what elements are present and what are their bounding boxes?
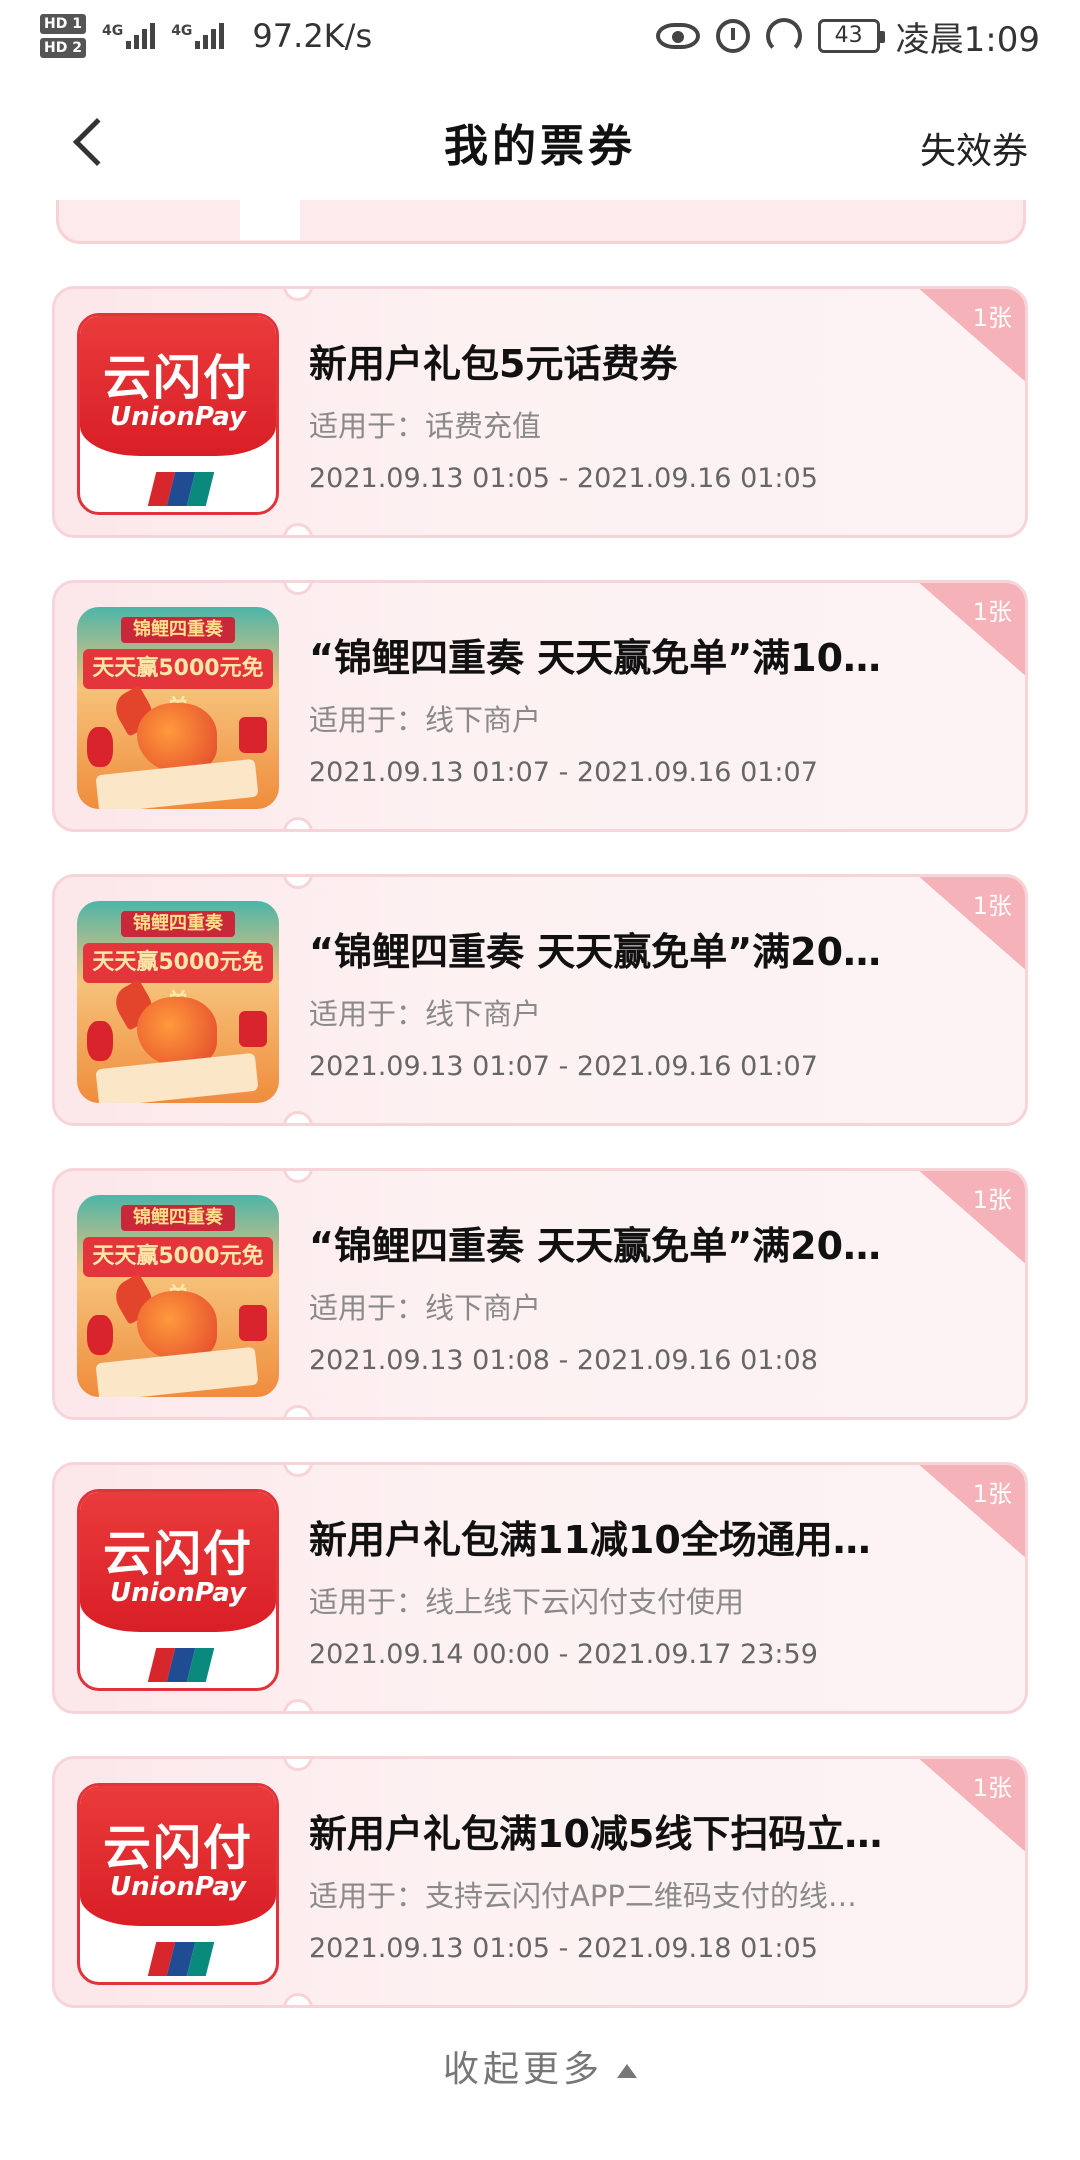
expired-coupons-link[interactable]: 失效券 [920, 122, 1028, 174]
koi-promo-image: 锦鲤四重奏 天天赢5000元免单 [77, 607, 279, 809]
coupon-scope: 适用于：线下商户 [309, 997, 542, 1031]
coupon-title: “锦鲤四重奏 天天赢免单”满10… [309, 636, 882, 680]
coupon-scope: 适用于：线下商户 [309, 1291, 542, 1325]
coupon-validity: 2021.09.13 01:07 - 2021.09.16 01:07 [309, 757, 818, 788]
status-time: 凌晨1:09 [895, 19, 1040, 60]
coupon-card[interactable]: 云闪付 UnionPay 新用户礼包满10减5线下扫码立… 适用于：支持云闪付A… [52, 1756, 1028, 2008]
coupon-scope: 适用于：线上线下云闪付支付使用 [309, 1585, 745, 1619]
alarm-icon [715, 19, 750, 53]
network-speed: 97.2K/s [252, 17, 373, 55]
back-button[interactable] [60, 112, 122, 172]
koi-promo-image: 锦鲤四重奏 天天赢5000元免单 [77, 1195, 279, 1397]
coupon-scope: 适用于：支持云闪付APP二维码支付的线… [309, 1879, 857, 1913]
hd-badge-1: HD 1 [40, 14, 86, 34]
coupon-scope: 适用于：线下商户 [309, 703, 542, 737]
count-badge: 1张 [916, 583, 1025, 680]
unionpay-logo: 云闪付 UnionPay [77, 1489, 279, 1691]
signal-icon-2: 4G [171, 23, 225, 49]
coupon-title: 新用户礼包5元话费券 [309, 342, 678, 386]
coupon-title: 新用户礼包满10减5线下扫码立… [309, 1812, 883, 1856]
app-header: 我的票券 失效券 [0, 72, 1080, 212]
coupon-card[interactable]: 锦鲤四重奏 天天赢5000元免单 “锦鲤四重奏 天天赢免单”满20… 适用于：线… [52, 1168, 1028, 1420]
count-badge: 1张 [916, 1171, 1025, 1268]
chevron-left-icon [72, 117, 122, 167]
count-badge: 1张 [916, 1759, 1025, 1856]
coupon-validity: 2021.09.13 01:05 - 2021.09.16 01:05 [309, 463, 818, 494]
collapse-more-label: 收起更多 [442, 2049, 603, 2090]
coupon-card[interactable]: 锦鲤四重奏 天天赢5000元免单 “锦鲤四重奏 天天赢免单”满10… 适用于：线… [52, 580, 1028, 832]
coupon-title: “锦鲤四重奏 天天赢免单”满20… [309, 1224, 882, 1268]
eye-icon [655, 23, 700, 49]
collapse-more-button[interactable]: 收起更多 [0, 2040, 1080, 2092]
arrow-up-icon [617, 2064, 637, 2078]
card-divider-notch [240, 196, 300, 240]
unionpay-logo: 云闪付 UnionPay [77, 1783, 279, 1985]
page-title: 我的票券 [444, 121, 636, 172]
coupon-card[interactable]: 云闪付 UnionPay 新用户礼包满11减10全场通用… 适用于：线上线下云闪… [52, 1462, 1028, 1714]
coupon-title: “锦鲤四重奏 天天赢免单”满20… [309, 930, 882, 974]
count-badge: 1张 [916, 877, 1025, 974]
coupon-validity: 2021.09.13 01:07 - 2021.09.16 01:07 [309, 1051, 818, 1082]
battery-icon: 43 [817, 19, 885, 53]
coupon-validity: 2021.09.13 01:08 - 2021.09.16 01:08 [309, 1345, 818, 1376]
count-badge: 1张 [916, 289, 1025, 386]
count-badge: 1张 [916, 1465, 1025, 1562]
coupon-title: 新用户礼包满11减10全场通用… [309, 1518, 871, 1562]
coupon-validity: 2021.09.14 00:00 - 2021.09.17 23:59 [309, 1639, 818, 1670]
koi-promo-image: 锦鲤四重奏 天天赢5000元免单 [77, 901, 279, 1103]
hd-badge-2: HD 2 [40, 38, 86, 58]
status-bar: HD 1 HD 2 4G 4G 97.2K/s 43 凌晨1:09 [0, 0, 1080, 72]
coupon-card[interactable]: 锦鲤四重奏 天天赢5000元免单 “锦鲤四重奏 天天赢免单”满20… 适用于：线… [52, 874, 1028, 1126]
coupon-validity: 2021.09.13 01:05 - 2021.09.18 01:05 [309, 1933, 818, 1964]
coupon-scope: 适用于：话费充值 [309, 409, 542, 443]
coupon-card-partial[interactable] [56, 200, 1026, 244]
signal-icon-1: 4G [102, 23, 156, 49]
coupon-card[interactable]: 云闪付 UnionPay 新用户礼包5元话费券 适用于：话费充值 2021.09… [52, 286, 1028, 538]
speedometer-icon [765, 18, 802, 54]
unionpay-logo: 云闪付 UnionPay [77, 313, 279, 515]
